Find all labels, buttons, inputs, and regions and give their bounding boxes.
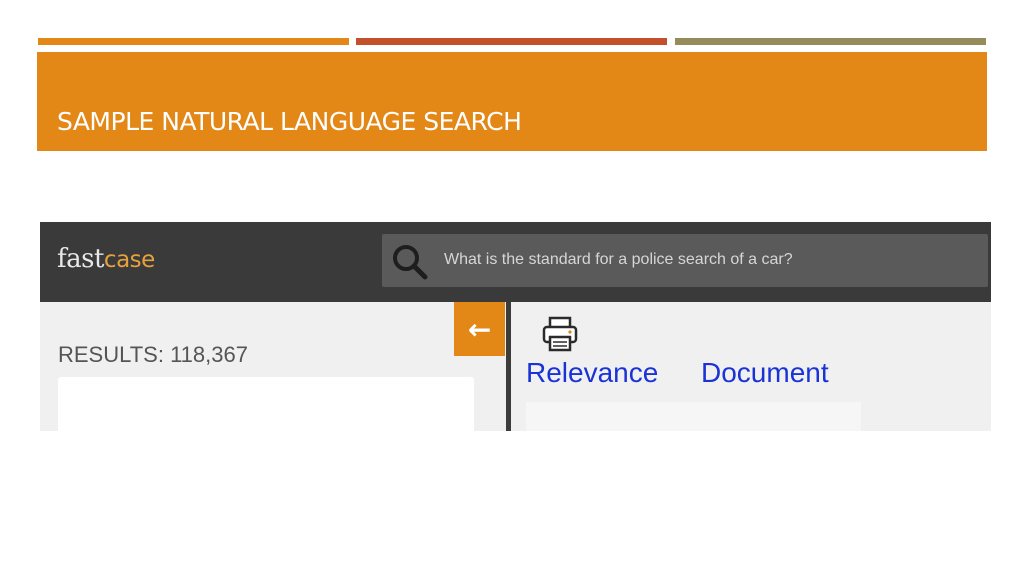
document-panel: Relevance Document (511, 302, 991, 431)
results-panel: RESULTS: 118,367 (40, 302, 506, 431)
results-count: RESULTS: 118,367 (58, 342, 248, 367)
app-header: fastcase What is the standard for a poli… (40, 222, 991, 302)
search-input[interactable]: What is the standard for a police search… (444, 251, 793, 269)
sort-relevance-link[interactable]: Relevance (526, 357, 658, 389)
collapse-panel-button[interactable]: ← (454, 302, 505, 356)
results-list[interactable] (58, 377, 474, 431)
document-area (526, 402, 861, 431)
printer-icon[interactable] (541, 315, 579, 353)
embedded-screenshot: fastcase What is the standard for a poli… (40, 222, 991, 431)
search-box[interactable]: What is the standard for a police search… (382, 234, 988, 287)
slide-title: SAMPLE NATURAL LANGUAGE SEARCH (57, 107, 522, 136)
fastcase-logo[interactable]: fastcase (57, 234, 155, 285)
sort-document-link[interactable]: Document (701, 357, 829, 389)
title-band: SAMPLE NATURAL LANGUAGE SEARCH (37, 52, 987, 151)
slide: SAMPLE NATURAL LANGUAGE SEARCH fastcase … (0, 0, 1024, 576)
logo-part-fast: fast (57, 244, 104, 274)
accent-bar-3 (675, 38, 986, 45)
accent-bar-1 (38, 38, 349, 45)
search-icon[interactable] (390, 242, 430, 282)
accent-bar-2 (356, 38, 667, 45)
logo-part-case: case (103, 247, 155, 273)
arrow-left-icon: ← (467, 312, 492, 346)
